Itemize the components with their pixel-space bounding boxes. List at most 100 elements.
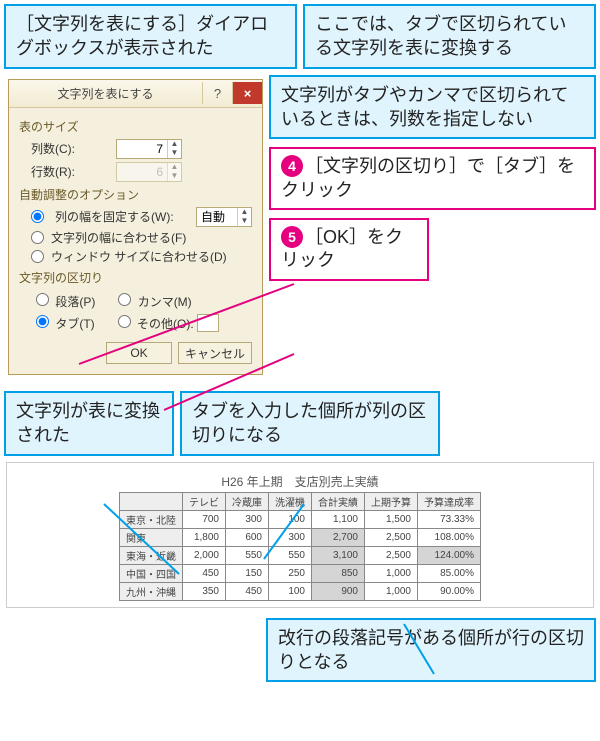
- table-cell: 1,100: [312, 510, 365, 528]
- label-columns: 列数(C):: [31, 140, 116, 157]
- callout-tab-col: タブを入力した個所が列の区切りになる: [180, 391, 440, 456]
- callout-step-4-text: ［文字列の区切り］で［タブ］をクリック: [281, 156, 575, 199]
- ok-button[interactable]: OK: [106, 342, 172, 364]
- label-sep-tab: タブ(T): [55, 317, 94, 331]
- radio-fit-text[interactable]: [31, 231, 44, 244]
- dialog-titlebar: 文字列を表にする ? ×: [9, 80, 262, 108]
- callout-step-5: 5［OK］をクリック: [269, 218, 429, 281]
- table-cell: 108.00%: [418, 528, 481, 546]
- label-sep-other: その他(O):: [137, 317, 194, 331]
- table-cell: 85.00%: [418, 564, 481, 582]
- table-cell: 150: [226, 564, 269, 582]
- label-sep-comma: カンマ(M): [138, 295, 192, 309]
- rows-stepper: ▲▼: [116, 162, 182, 182]
- table-row: 関東1,8006003002,7002,500108.00%: [120, 528, 481, 546]
- table-cell: 850: [312, 564, 365, 582]
- close-icon[interactable]: ×: [232, 82, 262, 104]
- callout-converted: 文字列が表に変換された: [4, 391, 174, 456]
- table-cell: 700: [183, 510, 226, 528]
- table-row: 東海・近畿2,0005505503,1002,500124.00%: [120, 546, 481, 564]
- table-cell: 2,000: [183, 546, 226, 564]
- table-header: テレビ: [183, 492, 226, 510]
- callout-dialog-shown: ［文字列を表にする］ダイアログボックスが表示された: [4, 4, 297, 69]
- cancel-button[interactable]: キャンセル: [178, 342, 252, 364]
- table-cell: 2,700: [312, 528, 365, 546]
- table-cell: 100: [269, 510, 312, 528]
- row-header: 東京・北陸: [120, 510, 183, 528]
- table-cell: 3,100: [312, 546, 365, 564]
- label-fit-window: ウィンドウ サイズに合わせる(D): [51, 248, 227, 265]
- section-separators: 文字列の区切り: [19, 269, 252, 286]
- table-cell: 250: [269, 564, 312, 582]
- table-cell: 300: [269, 528, 312, 546]
- callout-convert-tabbed: ここでは、タブで区切られている文字列を表に変換する: [303, 4, 596, 69]
- table-header: 洗濯機: [269, 492, 312, 510]
- radio-sep-paragraph[interactable]: [36, 293, 49, 306]
- table-header: 合計実績: [312, 492, 365, 510]
- opt-fixed-width-row: 列の幅を固定する(W): ▲▼: [31, 207, 252, 227]
- table-cell: 300: [226, 510, 269, 528]
- opt-fit-text-row: 文字列の幅に合わせる(F): [31, 229, 252, 246]
- table-cell: 124.00%: [418, 546, 481, 564]
- rows-input: [117, 163, 167, 181]
- table-cell: 100: [269, 582, 312, 600]
- result-table-area: H26 年上期 支店別売上実績 テレビ冷蔵庫洗濯機合計実績上期予算予算達成率東京…: [6, 462, 594, 608]
- table-cell: 73.33%: [418, 510, 481, 528]
- dialog-title-text: 文字列を表にする: [9, 85, 202, 102]
- table-cell: 1,500: [365, 510, 418, 528]
- sep-other-input[interactable]: [197, 314, 219, 332]
- help-icon[interactable]: ?: [202, 82, 232, 104]
- callout-para-row: 改行の段落記号がある個所が行の区切りとなる: [266, 618, 596, 683]
- table-cell: 450: [183, 564, 226, 582]
- table-cell: 2,500: [365, 546, 418, 564]
- table-header: 予算達成率: [418, 492, 481, 510]
- opt-fit-window-row: ウィンドウ サイズに合わせる(D): [31, 248, 252, 265]
- row-header: 九州・沖縄: [120, 582, 183, 600]
- table-cell: 350: [183, 582, 226, 600]
- dialog-convert-text-to-table: 文字列を表にする ? × 表のサイズ 列数(C): ▲▼ 行数(R):: [8, 79, 263, 376]
- callout-step-4: 4［文字列の区切り］で［タブ］をクリック: [269, 147, 596, 210]
- table-cell: 90.00%: [418, 582, 481, 600]
- section-auto: 自動調整のオプション: [19, 186, 252, 203]
- radio-fixed-width[interactable]: [31, 210, 44, 223]
- radio-sep-other[interactable]: [118, 315, 131, 328]
- table-cell: 1,800: [183, 528, 226, 546]
- label-fixed-width: 列の幅を固定する(W):: [55, 208, 174, 225]
- chevron-down-icon[interactable]: ▼: [167, 149, 181, 158]
- result-title: H26 年上期 支店別売上実績: [11, 473, 589, 490]
- table-header: 冷蔵庫: [226, 492, 269, 510]
- columns-stepper[interactable]: ▲▼: [116, 139, 182, 159]
- row-header: 東海・近畿: [120, 546, 183, 564]
- table-cell: 2,500: [365, 528, 418, 546]
- label-fit-text: 文字列の幅に合わせる(F): [51, 229, 186, 246]
- table-row: 九州・沖縄3504501009001,00090.00%: [120, 582, 481, 600]
- field-rows: 行数(R): ▲▼: [31, 162, 252, 182]
- table-cell: 600: [226, 528, 269, 546]
- radio-sep-tab[interactable]: [36, 315, 49, 328]
- table-header: 上期予算: [365, 492, 418, 510]
- step-badge-5: 5: [281, 226, 303, 248]
- table-cell: 1,000: [365, 564, 418, 582]
- section-table-size: 表のサイズ: [19, 118, 252, 135]
- columns-input[interactable]: [117, 140, 167, 158]
- radio-sep-comma[interactable]: [118, 293, 131, 306]
- radio-fit-window[interactable]: [31, 250, 44, 263]
- label-sep-paragraph: 段落(P): [55, 295, 95, 309]
- table-row: 中国・四国4501502508501,00085.00%: [120, 564, 481, 582]
- table-row: 東京・北陸7003001001,1001,50073.33%: [120, 510, 481, 528]
- field-columns: 列数(C): ▲▼: [31, 139, 252, 159]
- label-rows: 行数(R):: [31, 163, 116, 180]
- fixed-width-input[interactable]: [197, 208, 237, 226]
- table-cell: 550: [269, 546, 312, 564]
- sep-row-1: 段落(P) カンマ(M): [31, 290, 252, 310]
- table-cell: 1,000: [365, 582, 418, 600]
- table-header: [120, 492, 183, 510]
- table-cell: 900: [312, 582, 365, 600]
- step-badge-4: 4: [281, 155, 303, 177]
- table-cell: 450: [226, 582, 269, 600]
- table-cell: 550: [226, 546, 269, 564]
- callout-no-col-count: 文字列がタブやカンマで区切られているときは、列数を指定しない: [269, 75, 596, 140]
- row-header: 中国・四国: [120, 564, 183, 582]
- result-table: テレビ冷蔵庫洗濯機合計実績上期予算予算達成率東京・北陸7003001001,10…: [119, 492, 481, 601]
- fixed-width-stepper[interactable]: ▲▼: [196, 207, 252, 227]
